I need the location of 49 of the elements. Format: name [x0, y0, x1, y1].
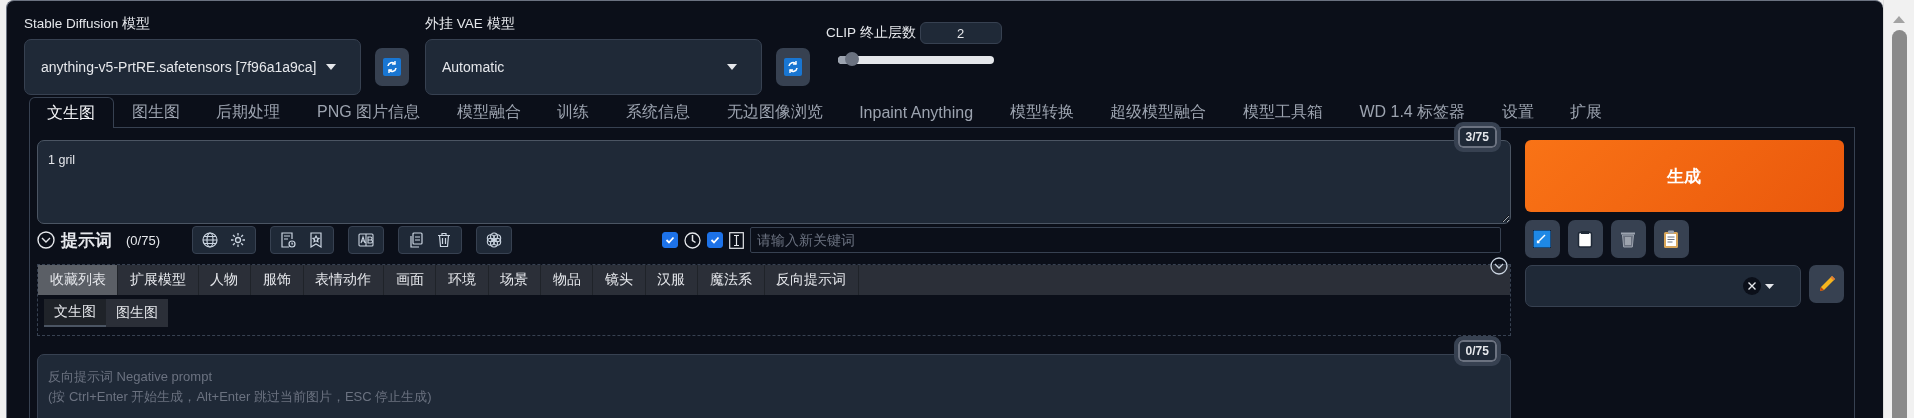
clock-icon — [683, 231, 701, 249]
paste-icon[interactable] — [1653, 220, 1689, 258]
negative-prompt-field[interactable]: 反向提示词 Negative prompt (按 Ctrl+Enter 开始生成，Alt+Enter 跳过当前图片，ESC 停止生成) — [37, 354, 1511, 418]
tab[interactable]: 模型融合 — [438, 97, 540, 127]
refresh-icon — [784, 58, 802, 76]
tab[interactable]: 图生图 — [113, 97, 199, 127]
prompt-count: (0/75) — [126, 232, 160, 248]
checkmark-icon — [663, 234, 676, 246]
tab[interactable]: 扩展 — [1552, 97, 1621, 127]
model-dropdown[interactable]: anything-v5-PrtRE.safetensors [7f96a1a9ca] — [24, 39, 361, 95]
pencil-icon[interactable] — [1809, 265, 1844, 303]
tab[interactable]: 设置 — [1483, 97, 1553, 127]
checkmark-icon — [708, 234, 721, 246]
tab[interactable]: WD 1.4 标签器 — [1341, 97, 1484, 127]
checkbox[interactable] — [706, 232, 723, 248]
tab[interactable]: 无边图像浏览 — [708, 97, 841, 127]
category-tab[interactable]: 收藏列表 — [38, 265, 119, 295]
clear-icon[interactable] — [1743, 277, 1761, 295]
caret-icon — [326, 64, 336, 70]
dropdown-label: 外挂 VAE 模型 — [425, 15, 516, 33]
clipboard-icon[interactable] — [1567, 220, 1603, 258]
dropdown-label: Stable Diffusion 模型 — [24, 15, 152, 33]
tab[interactable]: 后期处理 — [198, 97, 299, 127]
prompt-field[interactable]: 1 gril — [37, 140, 1511, 224]
clip-skip-number-field[interactable]: 2 — [919, 22, 1002, 44]
tab[interactable]: 文生图 — [29, 97, 114, 128]
expand-icon[interactable] — [1489, 257, 1508, 275]
subtab[interactable]: 文生图 — [44, 299, 106, 327]
tab[interactable]: PNG 图片信息 — [298, 97, 439, 127]
refresh-button[interactable] — [375, 48, 409, 86]
tab[interactable]: 超级模型融合 — [1091, 97, 1225, 127]
text-cursor-icon — [728, 231, 744, 249]
caret-icon — [727, 64, 737, 70]
refresh-button[interactable] — [776, 48, 810, 86]
collapse-icon[interactable] — [37, 231, 55, 249]
refresh-icon — [383, 58, 401, 76]
tab[interactable]: Inpaint Anything — [840, 97, 992, 127]
model-dropdown[interactable]: Automatic — [425, 39, 762, 95]
tab[interactable]: 训练 — [539, 97, 608, 127]
checkbox-icon[interactable] — [1524, 220, 1560, 258]
prompt-title: 提示词 — [61, 229, 112, 252]
caret-icon[interactable] — [1765, 283, 1774, 289]
clip-skip-label: CLIP 终止层数 — [826, 24, 916, 42]
checkbox[interactable] — [661, 232, 678, 248]
tab[interactable]: 系统信息 — [607, 97, 709, 127]
trash-icon[interactable] — [1610, 220, 1646, 258]
tab[interactable]: 模型工具箱 — [1224, 97, 1342, 127]
tab[interactable]: 模型转换 — [991, 97, 1092, 127]
keyword-field[interactable]: 请输入新关键词 — [749, 227, 1501, 253]
